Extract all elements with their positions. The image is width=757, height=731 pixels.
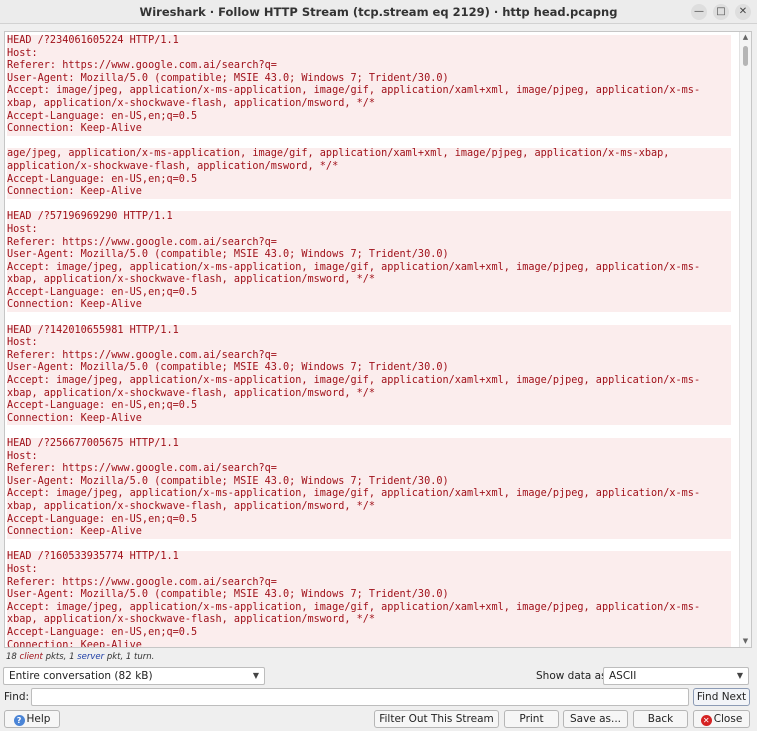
- close-button[interactable]: ✕ Close: [693, 710, 750, 728]
- back-button[interactable]: Back: [633, 710, 688, 728]
- chevron-down-icon: ▼: [736, 671, 743, 680]
- stream-line: Accept: image/jpeg, application/x-ms-app…: [7, 85, 731, 98]
- status-tail: pkt, 1 turn.: [104, 652, 155, 662]
- stream-line: HEAD /?57196969290 HTTP/1.1: [7, 211, 731, 224]
- stream-line: Connection: Keep-Alive: [7, 526, 731, 539]
- find-input[interactable]: [31, 688, 689, 706]
- show-data-as-select[interactable]: ASCII ▼: [603, 667, 749, 685]
- stream-line: xbap, application/x-shockwave-flash, app…: [7, 274, 731, 287]
- stream-line: Accept-Language: en-US,en;q=0.5: [7, 110, 731, 124]
- stream-blank-line: [7, 425, 731, 438]
- find-label: Find:: [4, 691, 30, 703]
- filter-out-stream-button[interactable]: Filter Out This Stream: [374, 710, 499, 728]
- stream-line: HEAD /?234061605224 HTTP/1.1: [7, 35, 731, 48]
- stream-line: Host:: [7, 223, 731, 237]
- scrollbar-thumb[interactable]: [743, 46, 748, 66]
- vertical-scrollbar[interactable]: ▲ ▼: [739, 32, 751, 647]
- chevron-down-icon: ▼: [252, 671, 259, 680]
- client-label: client: [19, 652, 43, 662]
- stream-line: Referer: https://www.google.com.ai/searc…: [7, 576, 731, 590]
- stream-line: User-Agent: Mozilla/5.0 (compatible; MSI…: [7, 589, 731, 602]
- find-next-button[interactable]: Find Next: [693, 688, 750, 706]
- scroll-down-icon[interactable]: ▼: [740, 636, 751, 647]
- stream-line: User-Agent: Mozilla/5.0 (compatible; MSI…: [7, 475, 731, 489]
- stream-line: HEAD /?160533935774 HTTP/1.1: [7, 551, 731, 564]
- stream-line: Connection: Keep-Alive: [7, 186, 731, 199]
- stream-blank-line: [7, 539, 731, 552]
- stream-line: application/x-shockwave-flash, applicati…: [7, 160, 731, 174]
- stream-line: Referer: https://www.google.com.ai/searc…: [7, 463, 731, 476]
- stream-line: Referer: https://www.google.com.ai/searc…: [7, 349, 731, 363]
- close-circle-icon: ✕: [700, 715, 712, 726]
- help-button[interactable]: ? Help: [4, 710, 60, 728]
- stream-line: Host:: [7, 563, 731, 577]
- help-label: Help: [26, 713, 51, 725]
- stream-line: Connection: Keep-Alive: [7, 299, 731, 313]
- stream-line: Accept-Language: en-US,en;q=0.5: [7, 513, 731, 527]
- show-data-as-value: ASCII: [609, 670, 637, 682]
- stream-line: xbap, application/x-shockwave-flash, app…: [7, 500, 731, 514]
- close-icon[interactable]: ✕: [735, 4, 751, 20]
- stream-content[interactable]: HEAD /?234061605224 HTTP/1.1 Host: Referer…: [7, 35, 731, 647]
- stream-line: User-Agent: Mozilla/5.0 (compatible; MSI…: [7, 249, 731, 262]
- client-pkt-count: 18: [6, 652, 17, 662]
- conversation-select[interactable]: Entire conversation (82 kB) ▼: [3, 667, 265, 685]
- stream-line: Accept: image/jpeg, application/x-ms-app…: [7, 601, 731, 615]
- title-bar: Wireshark · Follow HTTP Stream (tcp.stre…: [0, 0, 757, 24]
- scroll-up-icon[interactable]: ▲: [740, 32, 751, 43]
- help-icon: ?: [13, 715, 25, 726]
- stream-line: Connection: Keep-Alive: [7, 412, 731, 426]
- stream-line: xbap, application/x-shockwave-flash, app…: [7, 387, 731, 401]
- stream-line: HEAD /?142010655981 HTTP/1.1: [7, 324, 731, 338]
- stream-blank-line: [7, 312, 731, 325]
- stream-line: Host:: [7, 337, 731, 350]
- stream-line: age/jpeg, application/x-ms-application, …: [7, 148, 731, 161]
- server-pkt-count: 1: [69, 652, 75, 662]
- stream-line: Host:: [7, 47, 731, 61]
- minimize-icon[interactable]: —: [691, 4, 707, 20]
- maximize-icon[interactable]: □: [713, 4, 729, 20]
- stream-line: Accept-Language: en-US,en;q=0.5: [7, 173, 731, 187]
- status-pkts-sep: pkts,: [42, 652, 70, 662]
- print-button[interactable]: Print: [504, 710, 559, 728]
- stream-status: 18 client pkts, 1 server pkt, 1 turn.: [6, 652, 154, 662]
- save-as-button[interactable]: Save as...: [563, 710, 628, 728]
- stream-line: xbap, application/x-shockwave-flash, app…: [7, 97, 731, 111]
- stream-line: Connection: Keep-Alive: [7, 123, 731, 136]
- stream-line: Accept-Language: en-US,en;q=0.5: [7, 286, 731, 300]
- conversation-select-value: Entire conversation (82 kB): [9, 670, 153, 682]
- server-label: server: [77, 652, 105, 662]
- stream-line: Connection: Keep-Alive: [7, 639, 731, 647]
- stream-line: Accept: image/jpeg, application/x-ms-app…: [7, 261, 731, 275]
- show-data-as-label: Show data as: [536, 670, 607, 682]
- stream-blank-line: [7, 199, 731, 212]
- stream-line: HEAD /?256677005675 HTTP/1.1: [7, 438, 731, 451]
- stream-line: User-Agent: Mozilla/5.0 (compatible; MSI…: [7, 362, 731, 376]
- stream-line: Host:: [7, 450, 731, 464]
- stream-line: Accept-Language: en-US,en;q=0.5: [7, 626, 731, 640]
- stream-blank-line: [7, 136, 731, 149]
- stream-text-area[interactable]: HEAD /?234061605224 HTTP/1.1 Host: Referer…: [4, 31, 752, 648]
- stream-line: Accept-Language: en-US,en;q=0.5: [7, 400, 731, 413]
- stream-line: Accept: image/jpeg, application/x-ms-app…: [7, 488, 731, 501]
- stream-line: Accept: image/jpeg, application/x-ms-app…: [7, 375, 731, 388]
- window-title: Wireshark · Follow HTTP Stream (tcp.stre…: [139, 5, 618, 19]
- stream-line: User-Agent: Mozilla/5.0 (compatible; MSI…: [7, 72, 731, 86]
- stream-line: Referer: https://www.google.com.ai/searc…: [7, 60, 731, 73]
- close-label: Close: [713, 713, 743, 725]
- stream-line: Referer: https://www.google.com.ai/searc…: [7, 236, 731, 250]
- stream-line: xbap, application/x-shockwave-flash, app…: [7, 614, 731, 627]
